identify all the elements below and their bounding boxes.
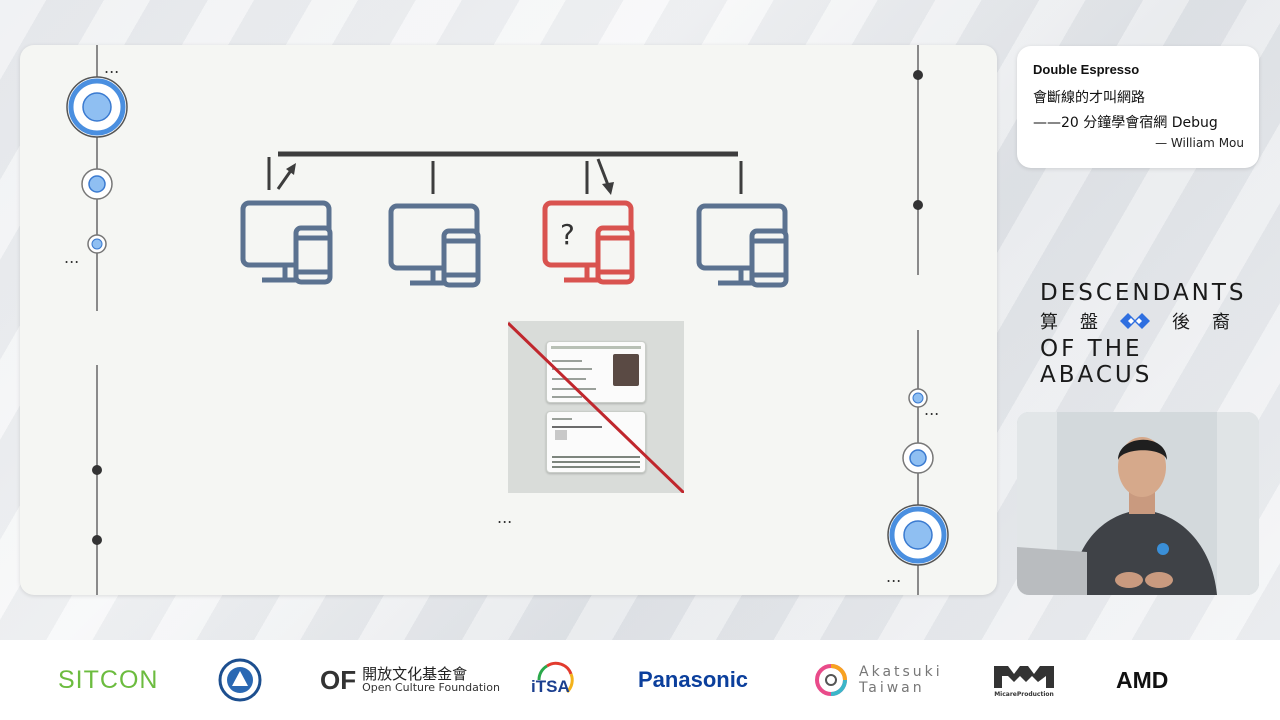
brand-char: 裔 [1212,312,1230,333]
sponsor-bar: SITCON OF 開放文化基金會 Open Culture Foundatio… [0,640,1280,720]
computer-icon [240,200,333,285]
akatsuki-logo-icon [815,664,847,696]
talk-subtitle: ——20 分鐘學會宿網 Debug [1033,115,1218,131]
speaker-webcam [1017,412,1259,595]
speaker-video [1017,412,1259,595]
sponsor-amd: AMD [1116,666,1169,693]
sponsor-seal-logo [218,640,262,720]
brand-title-bottom: OF THE ABACUS [1040,336,1153,388]
speaker-name: — William Mou [1155,136,1244,150]
sponsor-panasonic: Panasonic [638,667,749,692]
computer-icon [696,203,789,288]
ellipsis: ... [886,567,901,586]
ellipsis: ... [924,400,939,419]
timeline-dot [913,200,923,210]
computer-icon [388,203,481,288]
computer-alert-icon [542,200,635,285]
akatsuki-name: Akatsuki [859,663,943,680]
timeline-dot [913,70,923,80]
ocf-logo-icon: OF [320,664,357,695]
brand-title-top: DESCENDANTS [1040,280,1247,306]
sponsor-sitcon: SITCON [58,665,159,694]
sponsor-itsa: iTSA [527,640,577,720]
talk-title: 會斷線的才叫網路 [1033,90,1145,106]
ellipsis: ... [64,248,79,267]
ocf-name-en: Open Culture Foundation [362,681,500,695]
svg-text:iTSA: iTSA [531,677,570,696]
talk-info-card: Double Espresso 會斷線的才叫網路 ——20 分鐘學會宿網 Deb… [1017,46,1259,168]
seal-icon [218,658,262,702]
abacus-logo-icon [1120,313,1150,329]
arrow-upload [276,168,294,190]
ellipsis: ... [104,58,119,77]
ellipsis: ... [497,508,512,527]
itsa-logo-icon: iTSA [531,661,574,696]
micare-name: MicareProduction [994,691,1054,698]
ocf-name-zh: 開放文化基金會 [362,664,468,683]
brand-char: 算 [1040,312,1058,333]
question-mark: ? [560,218,575,251]
slide-panel: ... ... ... ... ... ? [20,45,997,595]
micare-logo-icon [994,666,1054,688]
id-card-image [508,321,684,493]
cross-out-line [508,321,684,493]
sponsor-ocf: OF 開放文化基金會 Open Culture Foundation [320,640,500,720]
brand-char: 後 [1172,312,1190,333]
network-diagram: ... ... ... ... ... [64,45,949,595]
conference-brand: DESCENDANTS 算 盤 後 裔 OF THE ABACUS [1040,280,1247,388]
arrow-download [596,158,610,186]
timeline-dot [92,535,102,545]
talk-series: Double Espresso [1033,62,1140,77]
timeline-dot [92,465,102,475]
brand-char: 盤 [1080,312,1098,333]
sponsor-micare: MicareProduction [992,640,1056,720]
sponsor-akatsuki: Akatsuki Taiwan [815,640,943,720]
akatsuki-region: Taiwan [859,680,925,696]
